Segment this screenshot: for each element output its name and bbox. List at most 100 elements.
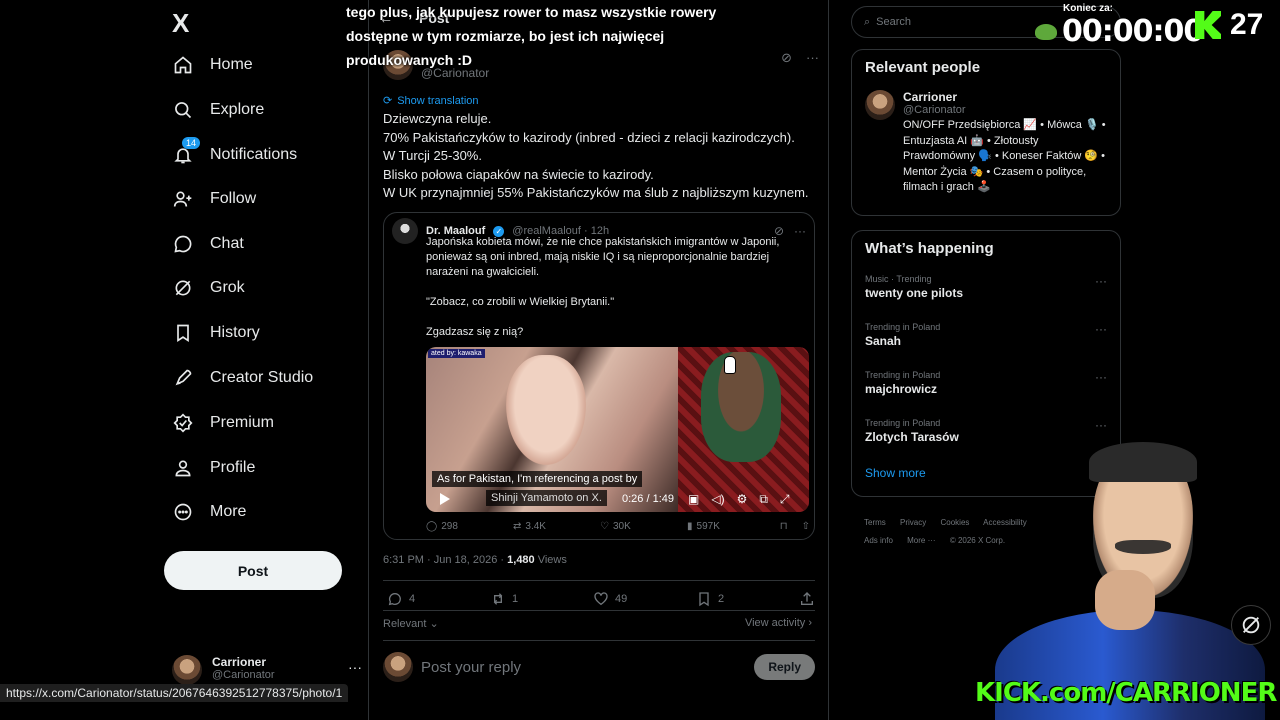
timestamp-text: 6:31 PM · Jun 18, 2026 · [383,554,508,566]
reply-button[interactable]: 4 [387,591,490,607]
quote-stats: ◯ 298 ⇄ 3.4K ♡ 30K ▮ 597K ⊓ ⇧ [426,521,810,532]
trend-item[interactable]: Trending in Poland majchrowicz ··· [865,370,1107,404]
nav-item-profile[interactable]: Profile [172,453,255,483]
viewer-count: 27 [1230,8,1264,41]
footer-link[interactable]: More ··· [907,536,935,545]
nav-item-home[interactable]: Home [172,50,253,80]
translate-icon: ⟳ [383,95,393,107]
nav-item-explore[interactable]: Explore [172,95,264,125]
video-controls: 0:26 / 1:49 ▣ ◁) ⚙ ⧉ ⤢ [426,487,809,511]
share-button[interactable] [799,591,815,607]
quote-reply-button[interactable]: ◯ 298 [426,521,513,532]
bookmark-button[interactable]: 2 [696,591,799,607]
share-icon[interactable]: ⇧ [802,521,810,532]
nav-label: Grok [210,279,245,296]
quote-views[interactable]: ▮ 597K [687,521,774,532]
search-placeholder: Search [876,16,912,28]
reply-submit-button[interactable]: Reply [754,654,815,680]
trend-name: Sanah [865,334,902,348]
page: X Home Explore 14 Notifications Follow C… [0,0,1280,720]
play-icon[interactable] [440,493,450,505]
nav-item-grok[interactable]: Grok [172,273,245,303]
fullscreen-icon[interactable]: ⤢ [780,492,790,507]
nav-item-premium[interactable]: Premium [172,408,274,438]
stream-overlay-text: tego plus, jak kupujesz rower to masz ws… [346,4,717,68]
volume-icon[interactable]: ◁) [711,492,724,507]
quoted-tweet[interactable]: Dr. Maalouf ✓ @realMaalouf · 12h ⊘ ··· J… [383,212,815,540]
video-face [506,355,586,465]
repost-icon [493,593,503,605]
nav-item-notifications[interactable]: 14 Notifications [172,137,297,170]
more-dots-icon[interactable]: ··· [806,50,819,80]
quote-like-button[interactable]: ♡ 30K [600,521,687,532]
quote-paragraph: Japońska kobieta mówi, że nie chce pakis… [426,236,780,278]
tweet-text: Dziewczyna reluje. 70% Pakistańczyków to… [383,110,823,203]
like-button[interactable]: 49 [593,591,696,607]
bell-icon: 14 [172,137,201,166]
bookmark-icon[interactable]: ⊓ [780,521,788,532]
post-button[interactable]: Post [164,551,342,590]
trend-item[interactable]: Trending in Poland Sanah ··· [865,322,1107,356]
main-column: ← Post @Carionator ⊘ ··· ⟳ Show translat… [368,0,829,720]
nav-item-follow[interactable]: Follow [172,184,256,214]
more-dots-icon[interactable]: ··· [1095,418,1107,432]
reply-sort-dropdown[interactable]: Relevant ⌄ [383,617,439,630]
grok-icon[interactable]: ⊘ [781,50,792,80]
streamer-mustache [1115,540,1171,554]
more-dots-icon[interactable]: ··· [348,659,362,675]
view-activity-link[interactable]: View activity › [745,617,812,629]
avatar [383,652,413,682]
countdown-timer: 00:00:00 [1062,14,1204,49]
bookmark-icon [699,592,709,607]
grok-float-button[interactable] [1231,605,1271,645]
nav-item-more[interactable]: More [172,497,246,527]
nav-item-chat[interactable]: Chat [172,229,244,259]
trend-category: Music · Trending [865,274,932,284]
pip-icon[interactable]: ⧉ [759,492,768,507]
tweet-line: 70% Pakistańczyków to kazirody (inbred -… [383,129,795,145]
x-logo[interactable]: X [172,8,189,39]
footer-link[interactable]: Terms [864,518,886,527]
quote-repost-button[interactable]: ⇄ 3.4K [513,521,600,532]
captions-icon[interactable]: ▣ [688,492,699,507]
footer-link[interactable]: Cookies [940,518,969,527]
streamer-hand [1095,570,1155,630]
frog-emote-icon [1035,24,1057,40]
home-icon [172,54,194,76]
whats-happening-title: What’s happening [865,240,994,257]
quote-paragraph: "Zobacz, co zrobili w Wielkiej Brytanii.… [426,296,615,308]
more-dots-icon[interactable]: ··· [1095,370,1107,384]
footer-link[interactable]: Privacy [900,518,926,527]
reply-composer[interactable]: Post your reply Reply [383,652,815,682]
tweet-timestamp: 6:31 PM · Jun 18, 2026 · 1,480 Views [383,554,567,566]
tweet-line: W Turcji 25-30%. [383,148,482,163]
account-switcher[interactable]: Carrioner @Carionator ··· [172,655,362,685]
footer-link[interactable]: Ads info [864,536,893,545]
search-icon: ⌕ [864,15,871,28]
relevant-person[interactable]: Carrioner @Carionator ON/OFF Przedsiębio… [865,90,1107,196]
count: 298 [441,521,458,532]
nav-label: Home [210,56,253,73]
nav-item-creator-studio[interactable]: Creator Studio [172,363,313,393]
repost-button[interactable]: 1 [490,591,593,607]
video-person [701,352,781,462]
video-player[interactable]: ated by: kawaka As for Pakistan, I'm ref… [426,347,809,512]
nav-label: Explore [210,101,265,118]
trend-name: majchrowicz [865,382,938,396]
heart-icon: ♡ [600,521,609,532]
settings-icon[interactable]: ⚙ [737,492,748,507]
add-person-icon [172,188,194,210]
reply-icon: ◯ [426,521,438,532]
more-dots-icon[interactable]: ··· [1095,322,1107,336]
more-dots-icon[interactable]: ··· [1095,274,1107,288]
views-count: 1,480 [507,554,535,566]
trend-category: Trending in Poland [865,418,941,428]
show-translation-link[interactable]: ⟳ Show translation [383,94,479,108]
trend-item[interactable]: Music · Trending twenty one pilots ··· [865,274,1107,308]
search-icon [172,99,194,121]
streamer-hair [1089,442,1197,482]
reply-input[interactable]: Post your reply [421,659,521,676]
nav-item-history[interactable]: History [172,318,260,348]
nav-label: Creator Studio [210,369,314,386]
views-label: Views [534,554,567,566]
